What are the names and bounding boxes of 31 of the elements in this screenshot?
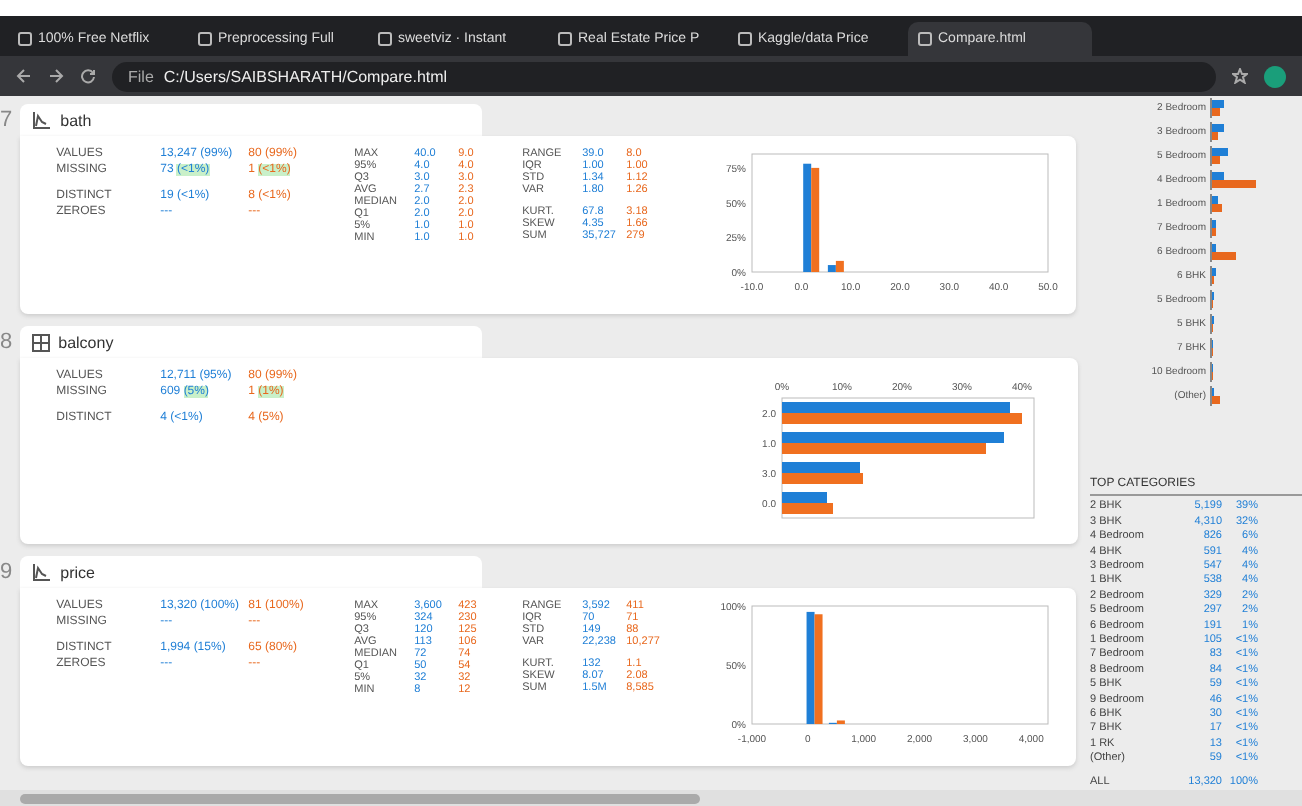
page-icon xyxy=(18,32,32,46)
scrollbar-thumb[interactable] xyxy=(20,793,700,803)
bar-pair xyxy=(1210,242,1236,262)
bar-pair xyxy=(1210,266,1216,286)
avatar-icon[interactable] xyxy=(1264,65,1286,87)
page-icon xyxy=(738,32,752,46)
feature-number: 8 xyxy=(0,328,15,358)
forward-icon[interactable] xyxy=(48,68,64,84)
feature-name: bath xyxy=(60,111,92,129)
feature-number: 9 xyxy=(0,558,15,588)
feature-name: price xyxy=(60,563,95,581)
page-icon xyxy=(198,32,212,46)
address-bar[interactable]: File C:/Users/SAIBSHARATH/Compare.html xyxy=(112,61,1216,91)
bar-pair xyxy=(1210,122,1224,142)
bar-pair xyxy=(1210,170,1256,190)
feature-name: balcony xyxy=(58,333,114,351)
feature-number: 7 xyxy=(0,106,15,136)
page-icon xyxy=(378,32,392,46)
reload-icon[interactable] xyxy=(80,68,96,84)
histogram-icon xyxy=(32,563,53,581)
grid-icon xyxy=(32,333,51,351)
page-icon xyxy=(558,32,572,46)
bar-pair xyxy=(1210,386,1220,406)
page-icon xyxy=(918,32,932,46)
bar-pair xyxy=(1210,98,1224,118)
star-icon[interactable] xyxy=(1232,68,1248,84)
bar-pair xyxy=(1210,146,1228,166)
back-icon[interactable] xyxy=(16,68,32,84)
bar-pair xyxy=(1210,218,1216,238)
bar-pair xyxy=(1210,194,1222,214)
histogram-icon xyxy=(32,111,53,129)
